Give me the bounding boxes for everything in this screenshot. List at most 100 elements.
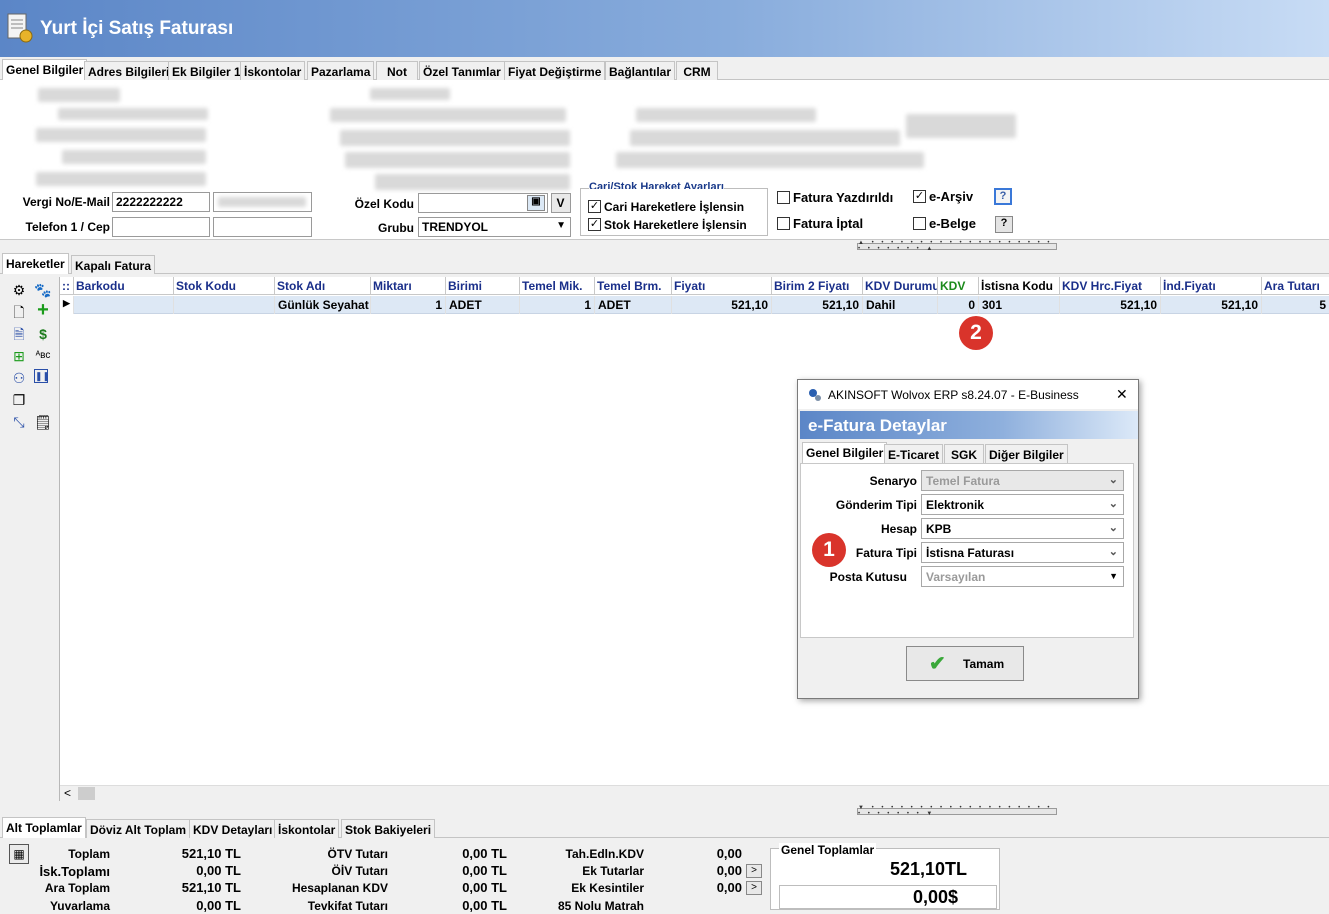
stok-hareket-checkbox[interactable]: ✓ bbox=[588, 218, 601, 231]
cari-hareket-checkbox[interactable]: ✓ bbox=[588, 200, 601, 213]
add-icon[interactable]: + bbox=[34, 300, 52, 320]
e-arsiv-checkbox[interactable]: ✓ bbox=[913, 190, 926, 203]
tab-stok-bakiyeleri[interactable]: Stok Bakiyeleri bbox=[341, 819, 436, 838]
cell-temel-brm[interactable]: ADET bbox=[595, 296, 672, 314]
tab-iskontolar[interactable]: İskontolar bbox=[240, 61, 306, 80]
tab-kdv-detaylari[interactable]: KDV Detayları bbox=[189, 819, 277, 838]
fatura-yazdirildi-checkbox[interactable] bbox=[777, 191, 790, 204]
hesap-select[interactable]: KPB ⌄ bbox=[921, 518, 1124, 539]
tab-iskontolar-bottom[interactable]: İskontolar bbox=[274, 819, 340, 838]
col-kdv-hrc-fiyat[interactable]: KDV Hrc.Fiyat bbox=[1060, 277, 1161, 295]
e-arsiv-help-button[interactable]: ? bbox=[994, 188, 1012, 205]
dialog-close-button[interactable]: ✕ bbox=[1116, 386, 1128, 403]
copy-icon[interactable]: ❐ bbox=[10, 391, 28, 409]
col-fiyati[interactable]: Fiyatı bbox=[672, 277, 772, 295]
horizontal-scrollbar[interactable]: < bbox=[60, 785, 1329, 801]
pet-icon[interactable]: 🐾 bbox=[34, 281, 52, 299]
notes-icon[interactable]: 🗒 bbox=[34, 413, 52, 431]
dialog-tab-genel-bilgiler[interactable]: Genel Bilgiler bbox=[802, 442, 888, 464]
dialog-title: AKINSOFT Wolvox ERP s8.24.07 - E-Busines… bbox=[828, 388, 1079, 402]
e-belge-help-button[interactable]: ? bbox=[995, 216, 1013, 233]
add-row-icon[interactable]: ⊞ bbox=[10, 347, 28, 365]
cep-input[interactable] bbox=[213, 217, 312, 237]
cell-ara-tutari[interactable]: 5 bbox=[1262, 296, 1329, 314]
e-belge-checkbox[interactable] bbox=[913, 217, 926, 230]
cell-kdv-durumu[interactable]: Dahil bbox=[863, 296, 938, 314]
col-kdv[interactable]: KDV bbox=[938, 277, 979, 295]
cell-barkodu[interactable] bbox=[74, 296, 174, 314]
tevkifat-tutari-label: Tevkifat Tutarı bbox=[307, 899, 388, 913]
posta-kutusu-select[interactable]: Varsayılan ▼ bbox=[921, 566, 1124, 587]
chevron-down-icon: ⌄ bbox=[1108, 546, 1118, 558]
spell-check-icon[interactable]: ᴬʙᴄ bbox=[34, 347, 52, 365]
tab-ozel-tanimlar[interactable]: Özel Tanımlar bbox=[419, 61, 505, 80]
ek-tutarlar-button[interactable]: > bbox=[746, 864, 762, 878]
gonderim-tipi-select[interactable]: Elektronik ⌄ bbox=[921, 494, 1124, 515]
col-miktari[interactable]: Miktarı bbox=[371, 277, 446, 295]
col-barkodu[interactable]: Barkodu bbox=[74, 277, 174, 295]
cell-stok-adi[interactable]: Günlük Seyahat bbox=[275, 296, 371, 314]
vergi-dairesi-input[interactable] bbox=[213, 192, 312, 212]
network-icon[interactable]: ⤡ bbox=[10, 413, 28, 431]
col-temel-mik[interactable]: Temel Mik. bbox=[520, 277, 595, 295]
telefon-input[interactable] bbox=[112, 217, 210, 237]
grubu-select[interactable]: TRENDYOL ▼ bbox=[418, 217, 571, 237]
document-icon[interactable]: 🗎 bbox=[10, 325, 28, 343]
chevron-down-icon: ⌄ bbox=[1108, 474, 1118, 486]
tab-genel-bilgiler[interactable]: Genel Bilgiler bbox=[2, 59, 88, 80]
cell-temel-mik[interactable]: 1 bbox=[520, 296, 595, 314]
tab-pazarlama[interactable]: Pazarlama bbox=[307, 61, 375, 80]
new-document-icon[interactable]: 🗋 bbox=[10, 303, 28, 321]
col-birimi[interactable]: Birimi bbox=[446, 277, 520, 295]
vergi-input[interactable]: 2222222222 bbox=[112, 192, 210, 212]
tab-ek-bilgiler-1[interactable]: Ek Bilgiler 1 bbox=[168, 61, 245, 80]
v-button[interactable]: V bbox=[551, 193, 571, 213]
ozel-kodu-input[interactable]: ▣ bbox=[418, 193, 548, 213]
cell-ind-fiyati[interactable]: 521,10 bbox=[1161, 296, 1262, 314]
fatura-iptal-checkbox[interactable] bbox=[777, 217, 790, 230]
cell-kdv[interactable]: 0 bbox=[938, 296, 979, 314]
tab-kapali-fatura[interactable]: Kapalı Fatura bbox=[71, 255, 156, 274]
cell-istisna-kodu[interactable]: 301 bbox=[979, 296, 1060, 314]
tab-baglantilar[interactable]: Bağlantılar bbox=[605, 61, 676, 80]
settings-icon[interactable]: ⚙ bbox=[10, 281, 28, 299]
fatura-tipi-select[interactable]: İstisna Faturası ⌄ bbox=[921, 542, 1124, 563]
scroll-left-arrow[interactable]: < bbox=[64, 786, 71, 800]
ek-kesintiler-button[interactable]: > bbox=[746, 881, 762, 895]
dollar-icon[interactable]: $ bbox=[34, 325, 52, 343]
cell-birimi[interactable]: ADET bbox=[446, 296, 520, 314]
col-birim-2-fiyati[interactable]: Birim 2 Fiyatı bbox=[772, 277, 863, 295]
tab-doviz-alt-toplam[interactable]: Döviz Alt Toplam bbox=[86, 819, 190, 838]
cell-miktari[interactable]: 1 bbox=[371, 296, 446, 314]
cell-birim-2-fiyati[interactable]: 521,10 bbox=[772, 296, 863, 314]
col-istisna-kodu[interactable]: İstisna Kodu bbox=[979, 277, 1060, 295]
cell-stok-kodu[interactable] bbox=[174, 296, 275, 314]
e-arsiv-label: e-Arşiv bbox=[929, 189, 974, 204]
col-stok-kodu[interactable]: Stok Kodu bbox=[174, 277, 275, 295]
camera-icon[interactable]: ▣ bbox=[527, 195, 545, 211]
scroll-thumb[interactable] bbox=[78, 787, 95, 800]
col-stok-adi[interactable]: Stok Adı bbox=[275, 277, 371, 295]
dialog-tab-diger-bilgiler[interactable]: Diğer Bilgiler bbox=[985, 444, 1068, 463]
dialog-tab-sgk[interactable]: SGK bbox=[944, 444, 984, 463]
tab-not[interactable]: Not bbox=[376, 61, 418, 80]
tab-crm[interactable]: CRM bbox=[676, 61, 718, 80]
col-temel-brm[interactable]: Temel Brm. bbox=[595, 277, 672, 295]
tab-hareketler[interactable]: Hareketler bbox=[2, 253, 69, 274]
tamam-button[interactable]: ✔ Tamam bbox=[906, 646, 1024, 681]
binoculars-icon[interactable]: ⚇ bbox=[10, 369, 28, 387]
col-ind-fiyati[interactable]: İnd.Fiyatı bbox=[1161, 277, 1262, 295]
col-ara-tutari[interactable]: Ara Tutarı bbox=[1262, 277, 1329, 295]
tab-fiyat-degistirme[interactable]: Fiyat Değiştirme bbox=[504, 61, 606, 80]
cell-fiyati[interactable]: 521,10 bbox=[672, 296, 772, 314]
table-row[interactable]: ▶ Günlük Seyahat 1 ADET 1 ADET 521,10 52… bbox=[60, 296, 1329, 314]
tab-alt-toplamlar[interactable]: Alt Toplamlar bbox=[2, 817, 86, 838]
tab-adres-bilgileri[interactable]: Adres Bilgileri bbox=[84, 61, 174, 80]
toplam-label: Toplam bbox=[68, 847, 110, 861]
col-kdv-durumu[interactable]: KDV Durumu bbox=[863, 277, 938, 295]
pause-icon[interactable]: ❚❚ bbox=[34, 369, 50, 383]
dialog-tab-e-ticaret[interactable]: E-Ticaret bbox=[884, 444, 944, 463]
bottom-splitter-handle[interactable]: ▼ • • • • • • • • • • • • • • • • • • • … bbox=[857, 805, 1057, 817]
splitter-handle[interactable]: ▲ • • • • • • • • • • • • • • • • • • • … bbox=[857, 240, 1057, 252]
cell-kdv-hrc-fiyat[interactable]: 521,10 bbox=[1060, 296, 1161, 314]
